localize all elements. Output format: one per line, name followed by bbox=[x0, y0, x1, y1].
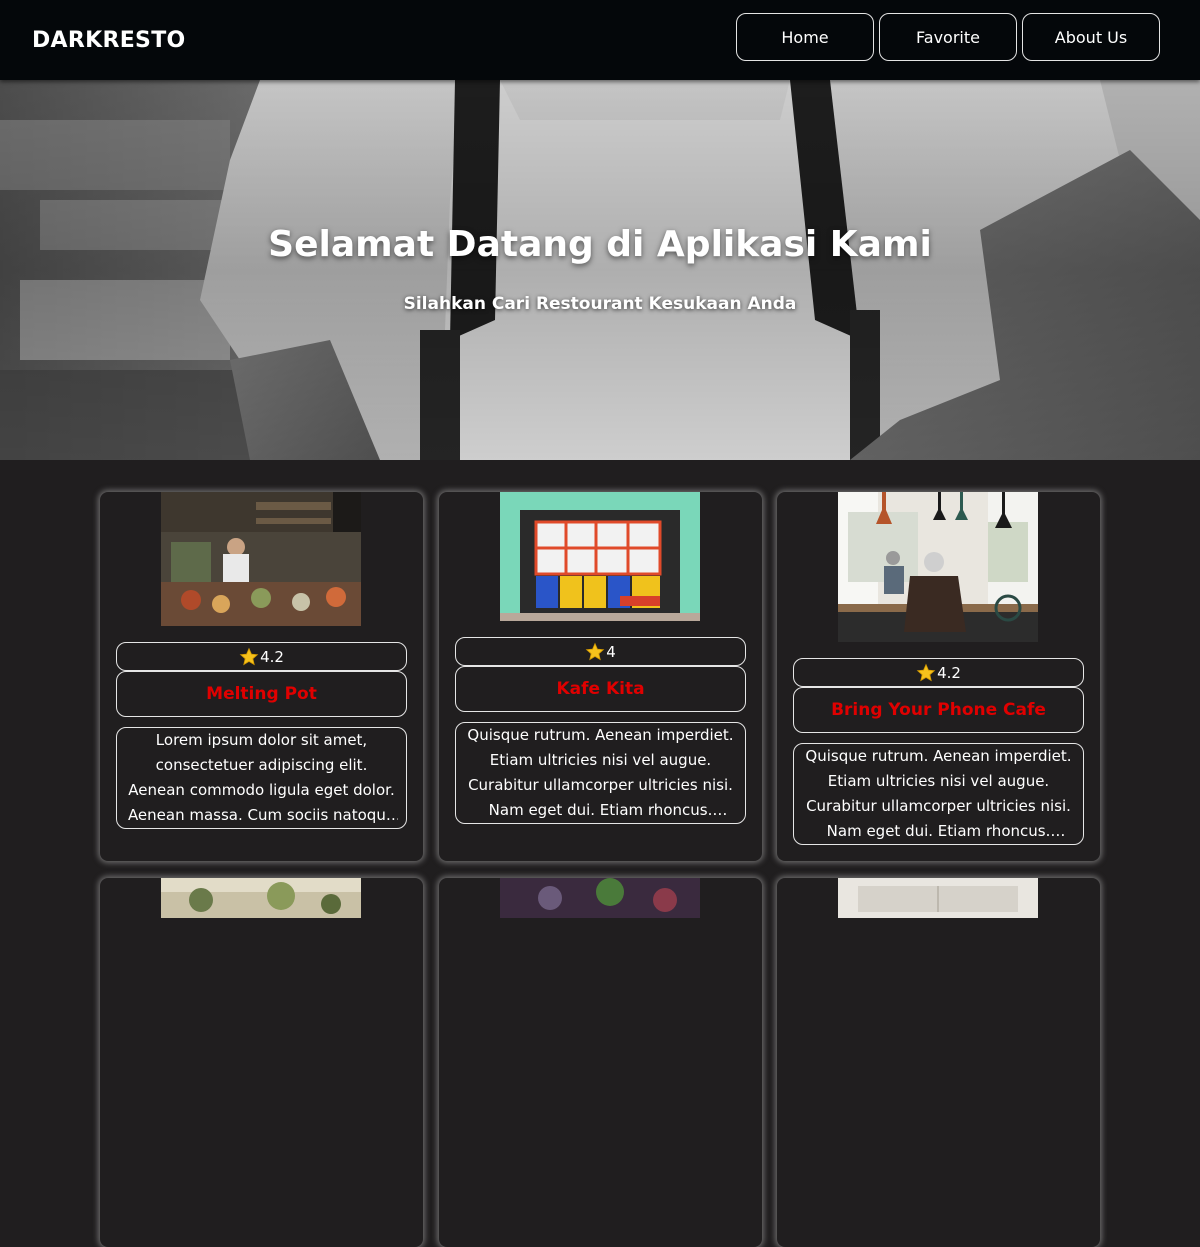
rating-value: 4.2 bbox=[260, 647, 284, 666]
main-nav: Home Favorite About Us bbox=[736, 13, 1160, 61]
restaurant-name-box: Bring Your Phone Cafe bbox=[793, 687, 1084, 733]
restaurant-card bbox=[100, 878, 423, 1247]
restaurant-description: Lorem ipsum dolor sit amet, consectetuer… bbox=[127, 731, 396, 824]
nav-item-favorite: Favorite bbox=[879, 13, 1017, 61]
hero-subtitle: Silahkan Cari Restourant Kesukaan Anda bbox=[403, 294, 797, 314]
restaurant-card bbox=[777, 878, 1100, 1247]
brand-logo[interactable]: DARKRESTO bbox=[32, 28, 186, 53]
restaurant-image bbox=[500, 492, 700, 621]
restaurant-image bbox=[838, 492, 1038, 642]
nav-link-home[interactable]: Home bbox=[736, 13, 874, 61]
star-icon bbox=[239, 647, 259, 665]
restaurant-image bbox=[500, 878, 700, 918]
rating-badge: 4 bbox=[455, 637, 746, 666]
rating-badge: 4.2 bbox=[793, 658, 1084, 687]
restaurant-card: 4.2 Melting Pot Lorem ipsum dolor sit am… bbox=[100, 492, 423, 861]
nav-item-home: Home bbox=[736, 13, 874, 61]
restaurant-image bbox=[161, 878, 361, 918]
star-icon bbox=[916, 663, 936, 681]
star-icon bbox=[585, 642, 605, 660]
app-bar: DARKRESTO Home Favorite About Us bbox=[0, 0, 1200, 80]
rating-value: 4.2 bbox=[937, 663, 961, 682]
restaurant-name-box: Kafe Kita bbox=[455, 666, 746, 712]
nav-item-about: About Us bbox=[1022, 13, 1160, 61]
hero-text-block: Selamat Datang di Aplikasi Kami Silahkan… bbox=[0, 80, 1200, 460]
restaurant-card: 4.2 Bring Your Phone Cafe Quisque rutrum… bbox=[777, 492, 1100, 861]
rating-badge: 4.2 bbox=[116, 642, 407, 671]
restaurant-card bbox=[439, 878, 762, 1247]
rating-value: 4 bbox=[606, 642, 616, 661]
restaurant-description: Quisque rutrum. Aenean imperdiet. Etiam … bbox=[805, 747, 1072, 840]
nav-link-favorite[interactable]: Favorite bbox=[879, 13, 1017, 61]
nav-link-about-us[interactable]: About Us bbox=[1022, 13, 1160, 61]
restaurant-description-box: Quisque rutrum. Aenean imperdiet. Etiam … bbox=[793, 743, 1084, 845]
restaurant-name-box: Melting Pot bbox=[116, 671, 407, 717]
restaurant-description-box: Lorem ipsum dolor sit amet, consectetuer… bbox=[116, 727, 407, 829]
hero-section: Selamat Datang di Aplikasi Kami Silahkan… bbox=[0, 80, 1200, 460]
restaurant-card: 4 Kafe Kita Quisque rutrum. Aenean imper… bbox=[439, 492, 762, 861]
restaurant-description: Quisque rutrum. Aenean imperdiet. Etiam … bbox=[467, 726, 734, 819]
restaurant-name-link[interactable]: Kafe Kita bbox=[556, 679, 644, 699]
restaurant-image bbox=[161, 492, 361, 626]
restaurant-image bbox=[838, 878, 1038, 918]
hero-title: Selamat Datang di Aplikasi Kami bbox=[268, 224, 932, 265]
restaurant-name-link[interactable]: Melting Pot bbox=[206, 684, 317, 704]
nav-list: Home Favorite About Us bbox=[736, 13, 1160, 61]
restaurant-name-link[interactable]: Bring Your Phone Cafe bbox=[831, 700, 1046, 720]
restaurant-description-box: Quisque rutrum. Aenean imperdiet. Etiam … bbox=[455, 722, 746, 824]
